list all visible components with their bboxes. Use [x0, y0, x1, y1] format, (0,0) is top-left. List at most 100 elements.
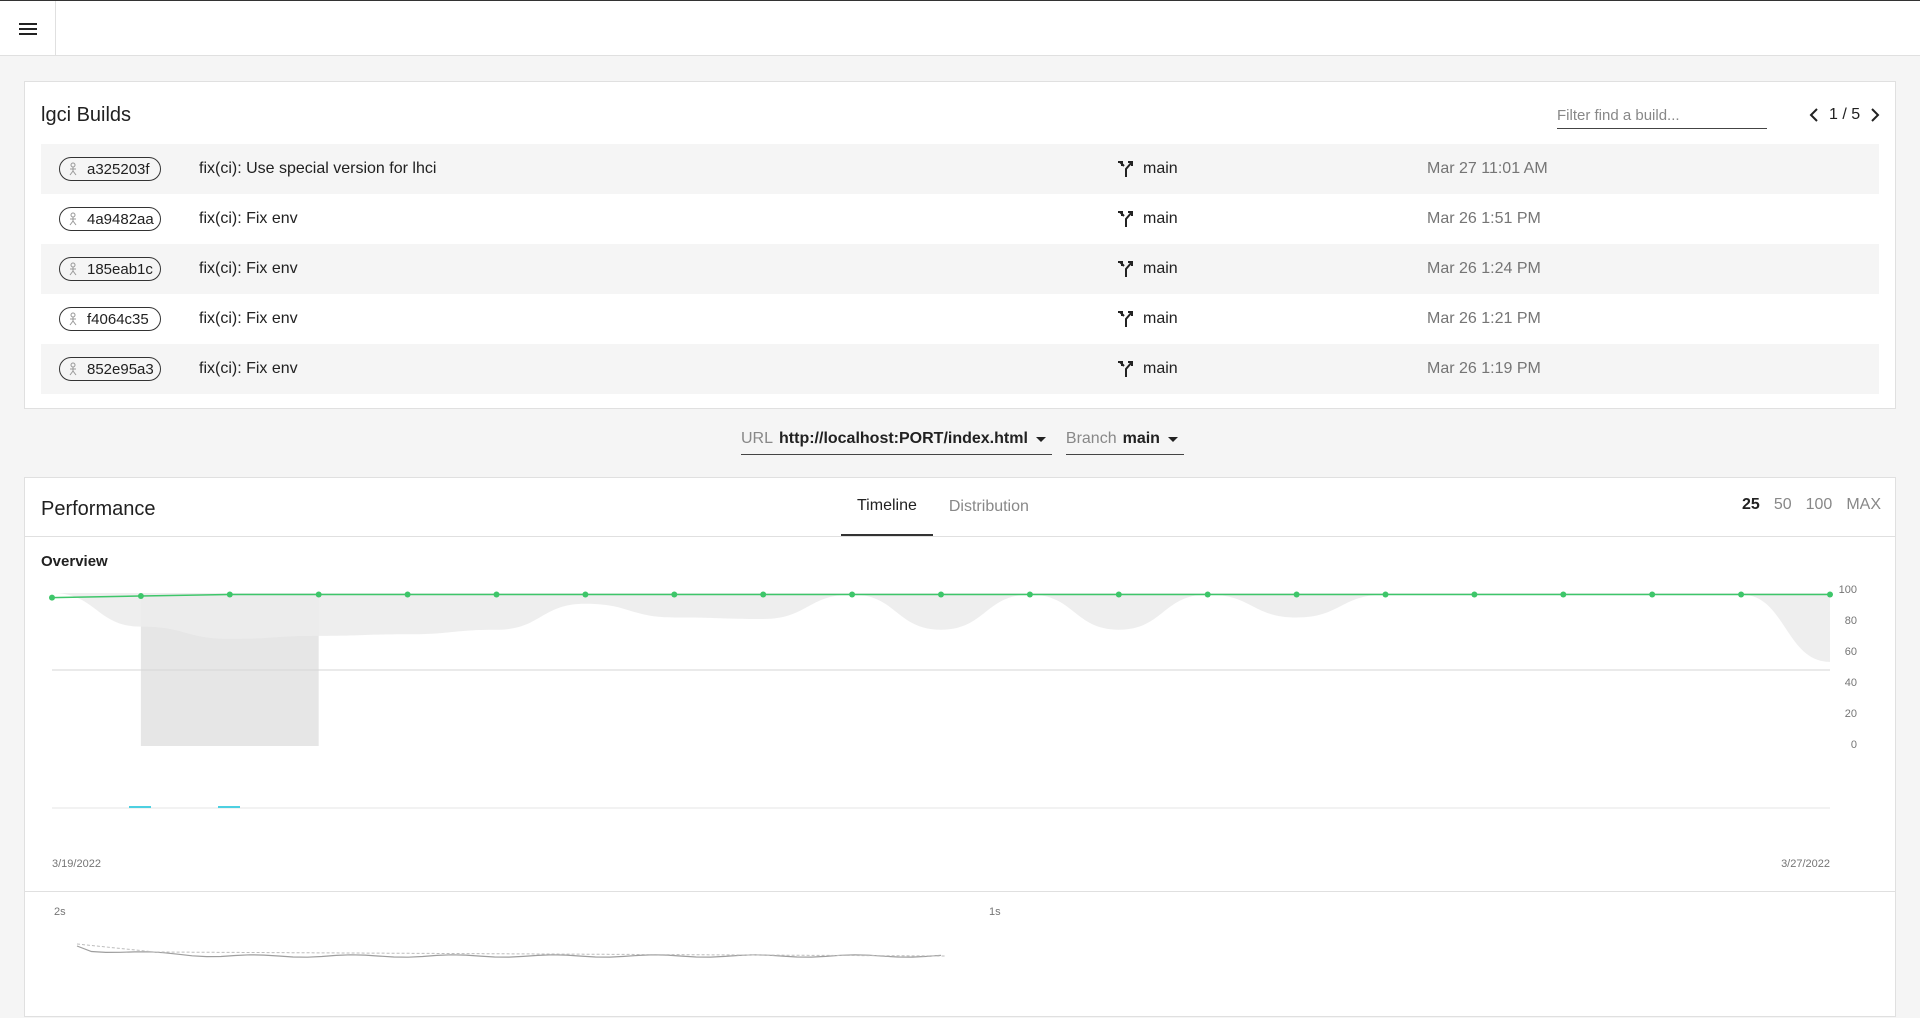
build-row[interactable]: 4a9482aa fix(ci): Fix env main Mar 26 1:…: [41, 194, 1879, 244]
lower-chart-label: 2s: [54, 906, 66, 918]
top-app-bar: [0, 0, 1920, 56]
score-point: [49, 594, 55, 601]
avatar-icon: [65, 261, 81, 277]
build-row[interactable]: 852e95a3 fix(ci): Fix env main Mar 26 1:…: [41, 344, 1879, 394]
branch-name: main: [1143, 160, 1178, 177]
branch-merge-icon: [1118, 161, 1133, 177]
y-tick-label: 60: [1845, 646, 1857, 658]
commit-hash-chip[interactable]: a325203f: [59, 157, 161, 181]
avatar-icon: [65, 161, 81, 177]
y-tick-label: 0: [1851, 739, 1857, 751]
commit-hash-chip[interactable]: 4a9482aa: [59, 207, 161, 231]
score-point: [404, 591, 411, 598]
commit-message: fix(ci): Fix env: [199, 310, 298, 327]
build-time: Mar 26 1:51 PM: [1427, 210, 1541, 227]
build-marker: [129, 806, 151, 808]
score-point: [760, 591, 767, 598]
branch: main: [1117, 260, 1178, 278]
builds-title: lgci Builds: [41, 104, 132, 126]
commit-hash: a325203f: [87, 160, 150, 178]
branch: main: [1117, 160, 1178, 178]
url-label: URL: [741, 430, 774, 447]
branch-merge-icon: [1118, 211, 1133, 227]
end-date-label: 3/27/2022: [1781, 858, 1830, 870]
pager: 1 / 5: [1805, 106, 1884, 124]
filter-build-input[interactable]: [1557, 102, 1767, 129]
divider: [25, 891, 1895, 892]
caret-down-icon: [1167, 436, 1178, 442]
commit-hash: f4064c35: [87, 310, 149, 328]
build-marker: [218, 806, 240, 808]
build-time: Mar 27 11:01 AM: [1427, 160, 1548, 177]
score-point: [137, 593, 144, 600]
avatar-icon: [65, 211, 81, 227]
branch-value: main: [1122, 430, 1160, 447]
url-select[interactable]: URL http://localhost:PORT/index.html: [741, 424, 1052, 455]
branch-name: main: [1143, 310, 1178, 327]
score-point: [849, 591, 856, 598]
commit-message: fix(ci): Use special version for lhci: [199, 160, 437, 177]
score-point: [1471, 591, 1478, 598]
menu-button[interactable]: [0, 1, 56, 56]
commit-hash-chip[interactable]: 185eab1c: [59, 257, 161, 281]
chevron-right-icon: [1871, 108, 1880, 122]
avatar-icon: [65, 311, 81, 327]
score-point: [1204, 591, 1211, 598]
score-point: [1649, 591, 1656, 598]
commit-hash: 4a9482aa: [87, 210, 154, 228]
commit-message: fix(ci): Fix env: [199, 210, 298, 227]
branch-merge-icon: [1118, 261, 1133, 277]
branch-label: Branch: [1065, 430, 1117, 447]
score-point: [1738, 591, 1745, 598]
lower-chart-label: 1s: [989, 906, 1001, 918]
build-row[interactable]: a325203f fix(ci): Use special version fo…: [41, 144, 1879, 194]
branch-name: main: [1143, 260, 1178, 277]
next-page-button[interactable]: [1866, 106, 1884, 124]
branch: main: [1117, 310, 1178, 328]
commit-hash-chip[interactable]: f4064c35: [59, 307, 161, 331]
hamburger-menu-icon: [18, 22, 37, 35]
builds-card: lgci Builds 1 / 5 a325203f fix(ci): Use …: [24, 81, 1896, 409]
build-row[interactable]: f4064c35 fix(ci): Fix env main Mar 26 1:…: [41, 294, 1879, 344]
score-point: [1382, 591, 1389, 598]
build-time: Mar 26 1:21 PM: [1427, 310, 1541, 327]
commit-hash: 852e95a3: [87, 360, 154, 378]
y-tick-label: 20: [1845, 708, 1857, 720]
y-tick-label: 100: [1839, 584, 1857, 596]
caret-down-icon: [1035, 436, 1046, 442]
build-time: Mar 26 1:24 PM: [1427, 260, 1541, 277]
score-point: [1293, 591, 1300, 598]
performance-card: Performance Timeline Distribution 25 50 …: [24, 477, 1896, 1017]
build-row[interactable]: 185eab1c fix(ci): Fix env main Mar 26 1:…: [41, 244, 1879, 294]
score-point: [1026, 591, 1033, 598]
chevron-left-icon: [1809, 108, 1818, 122]
timing-line-secondary: [76, 943, 946, 957]
score-point: [671, 591, 678, 598]
score-point: [493, 591, 500, 598]
commit-message: fix(ci): Fix env: [199, 260, 298, 277]
branch-merge-icon: [1118, 311, 1133, 327]
url-value: http://localhost:PORT/index.html: [779, 430, 1028, 447]
score-point: [1827, 591, 1833, 598]
score-point: [938, 591, 944, 598]
branch-select[interactable]: Branch main: [1065, 424, 1184, 455]
prev-page-button[interactable]: [1805, 106, 1823, 124]
filter-selectors: URL http://localhost:PORT/index.html Bra…: [741, 424, 1184, 455]
avatar-icon: [65, 361, 81, 377]
branch: main: [1117, 210, 1178, 228]
commit-hash-chip[interactable]: 852e95a3: [59, 357, 161, 381]
page-indicator: 1 / 5: [1829, 106, 1861, 123]
timing-line: [76, 945, 942, 958]
branch: main: [1117, 360, 1178, 378]
y-tick-label: 80: [1845, 615, 1857, 627]
branch-merge-icon: [1118, 361, 1133, 377]
commit-message: fix(ci): Fix env: [199, 360, 298, 377]
score-point: [1115, 591, 1122, 598]
branch-name: main: [1143, 360, 1178, 377]
score-point: [226, 591, 233, 598]
start-date-label: 3/19/2022: [52, 858, 101, 870]
score-point: [1560, 591, 1567, 598]
overview-chart: 100 80 60 40 20 0 3/19/2022 3/27/2022 2s 1s: [49, 584, 1857, 958]
score-point: [582, 591, 589, 598]
score-point: [315, 591, 322, 598]
